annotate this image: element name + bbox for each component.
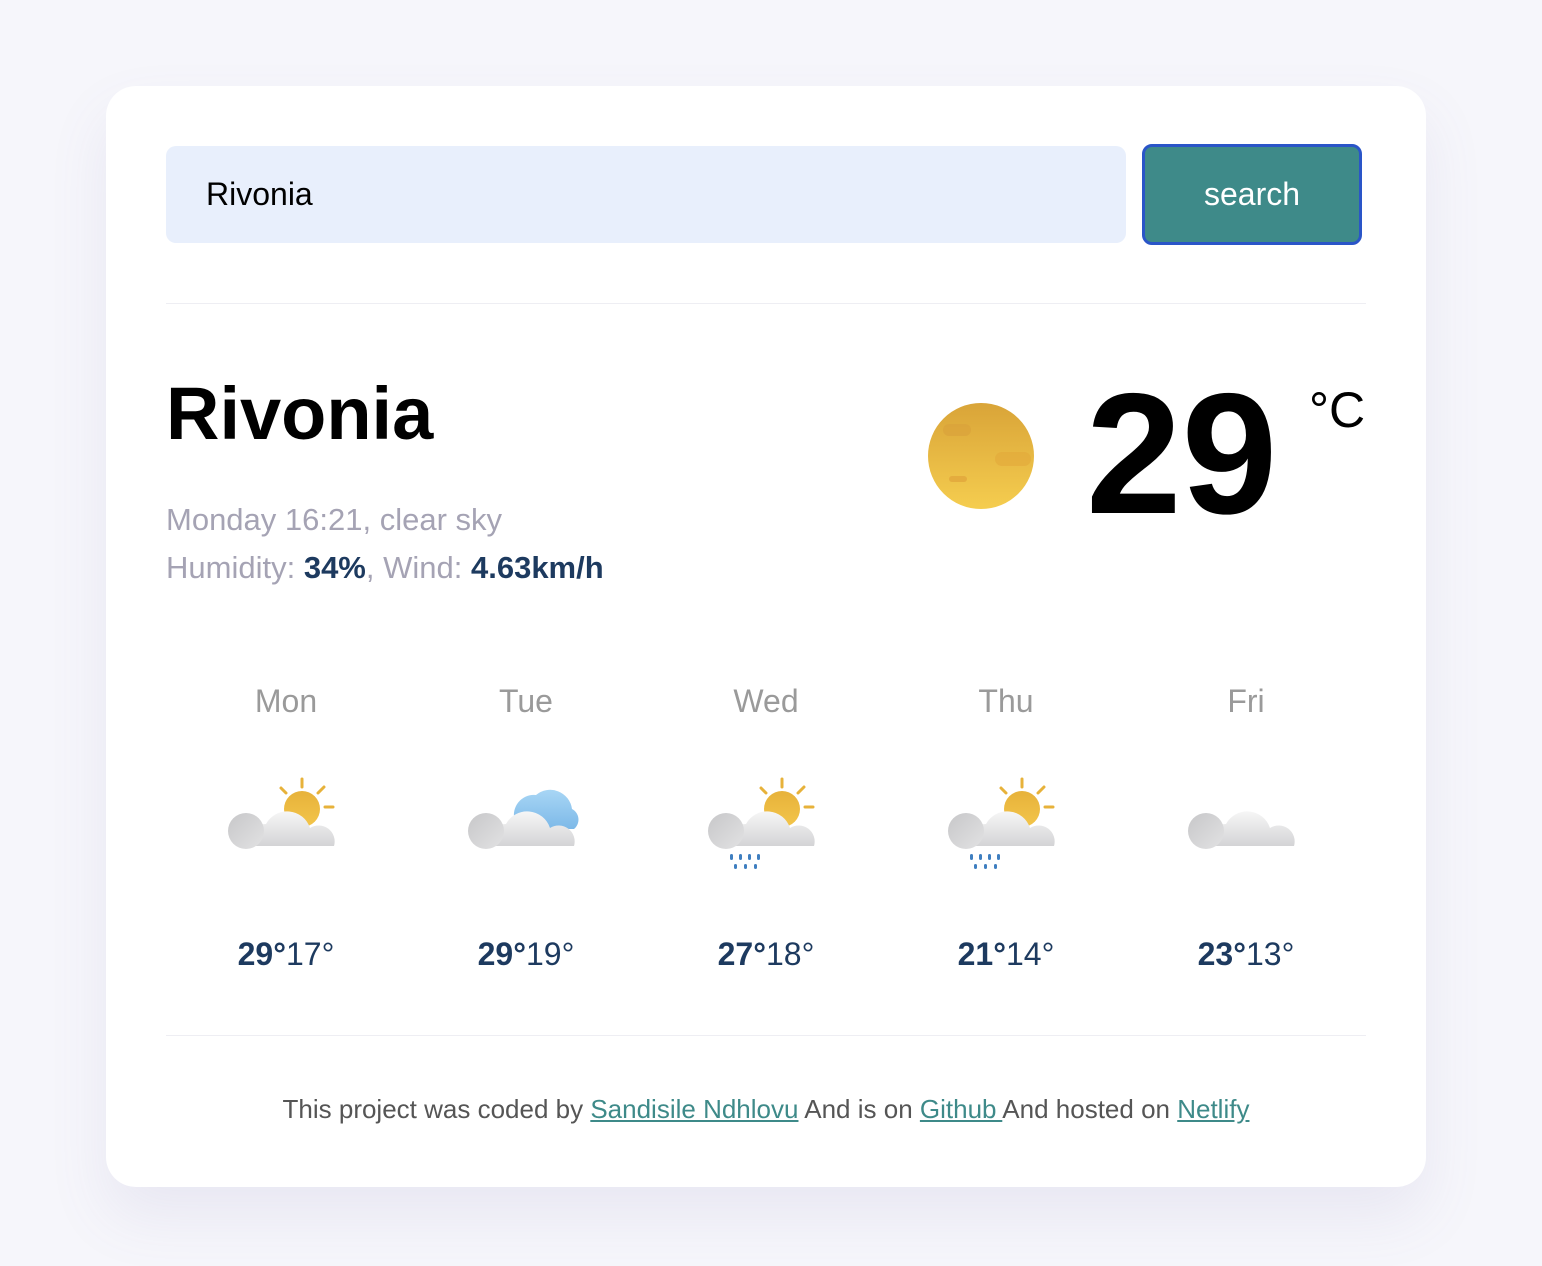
forecast-day-name: Wed — [733, 683, 799, 719]
weather-card: search Rivonia Monday 16:21, clear sky H… — [106, 86, 1426, 1187]
partly-cloudy-icon — [228, 777, 335, 849]
forecast-min: 17° — [286, 936, 335, 972]
footer-text: This project was coded by — [282, 1094, 591, 1124]
forecast-day-name: Fri — [1227, 683, 1265, 719]
clear-sky-icon — [928, 403, 1034, 509]
humidity-value: 34% — [303, 550, 366, 585]
forecast-day-name: Thu — [978, 683, 1034, 719]
author-link[interactable]: Sandisile Ndhlovu — [590, 1094, 798, 1124]
search-form: search — [166, 144, 1362, 245]
netlify-link[interactable]: Netlify — [1177, 1094, 1249, 1124]
forecast-temps: 29°17° — [166, 936, 406, 973]
forecast-max: 27° — [717, 936, 766, 972]
forecast-day-name: Mon — [254, 683, 318, 719]
wind-label: Wind: — [383, 550, 463, 585]
wind-value: 4.63km/h — [470, 550, 604, 585]
city-name: Rivonia — [166, 372, 434, 455]
footer-text: And is on — [798, 1094, 920, 1124]
forecast-temps: 21°14° — [886, 936, 1126, 973]
weather-details: Monday 16:21, clear sky Humidity: 34%, W… — [166, 496, 604, 592]
current-temperature: 29 — [1086, 358, 1278, 550]
date-time: Monday 16:21 — [166, 502, 363, 537]
humidity-wind-line: Humidity: 34%, Wind: 4.63km/h — [166, 550, 604, 585]
forecast-day: Fri 23°13° — [1126, 671, 1366, 991]
footer: This project was coded by Sandisile Ndhl… — [106, 1094, 1426, 1125]
temperature-unit: °C — [1309, 382, 1366, 438]
forecast-max: 23° — [1197, 936, 1246, 972]
search-button[interactable]: search — [1142, 144, 1362, 245]
forecast-temps: 23°13° — [1126, 936, 1366, 973]
forecast-temps: 27°18° — [646, 936, 886, 973]
forecast-day-name: Tue — [499, 683, 553, 719]
forecast-day: Thu 21°14° — [886, 671, 1126, 991]
cloud-icon — [1188, 811, 1295, 849]
forecast-min: 14° — [1006, 936, 1055, 972]
forecast-min: 18° — [766, 936, 815, 972]
divider — [166, 303, 1366, 304]
divider — [166, 1035, 1366, 1036]
search-input[interactable] — [166, 146, 1126, 243]
forecast: Mon 29°17° Tue 29°19° Wed 27°18° Thu 21°… — [166, 671, 1366, 991]
github-link[interactable]: Github — [920, 1094, 1002, 1124]
forecast-max: 29° — [237, 936, 286, 972]
weather-description: clear sky — [379, 502, 503, 537]
forecast-max: 21° — [957, 936, 1006, 972]
humidity-label: Humidity: — [166, 550, 296, 585]
sun-rain-icon — [948, 777, 1055, 869]
forecast-max: 29° — [477, 936, 526, 972]
footer-text: And hosted on — [1002, 1094, 1178, 1124]
forecast-day: Tue 29°19° — [406, 671, 646, 991]
broken-clouds-icon — [468, 789, 579, 849]
forecast-temps: 29°19° — [406, 936, 646, 973]
date-description-line: Monday 16:21, clear sky — [166, 502, 503, 537]
sun-rain-icon — [708, 777, 815, 869]
forecast-min: 19° — [526, 936, 575, 972]
forecast-day: Wed 27°18° — [646, 671, 886, 991]
forecast-day: Mon 29°17° — [166, 671, 406, 991]
forecast-min: 13° — [1246, 936, 1295, 972]
